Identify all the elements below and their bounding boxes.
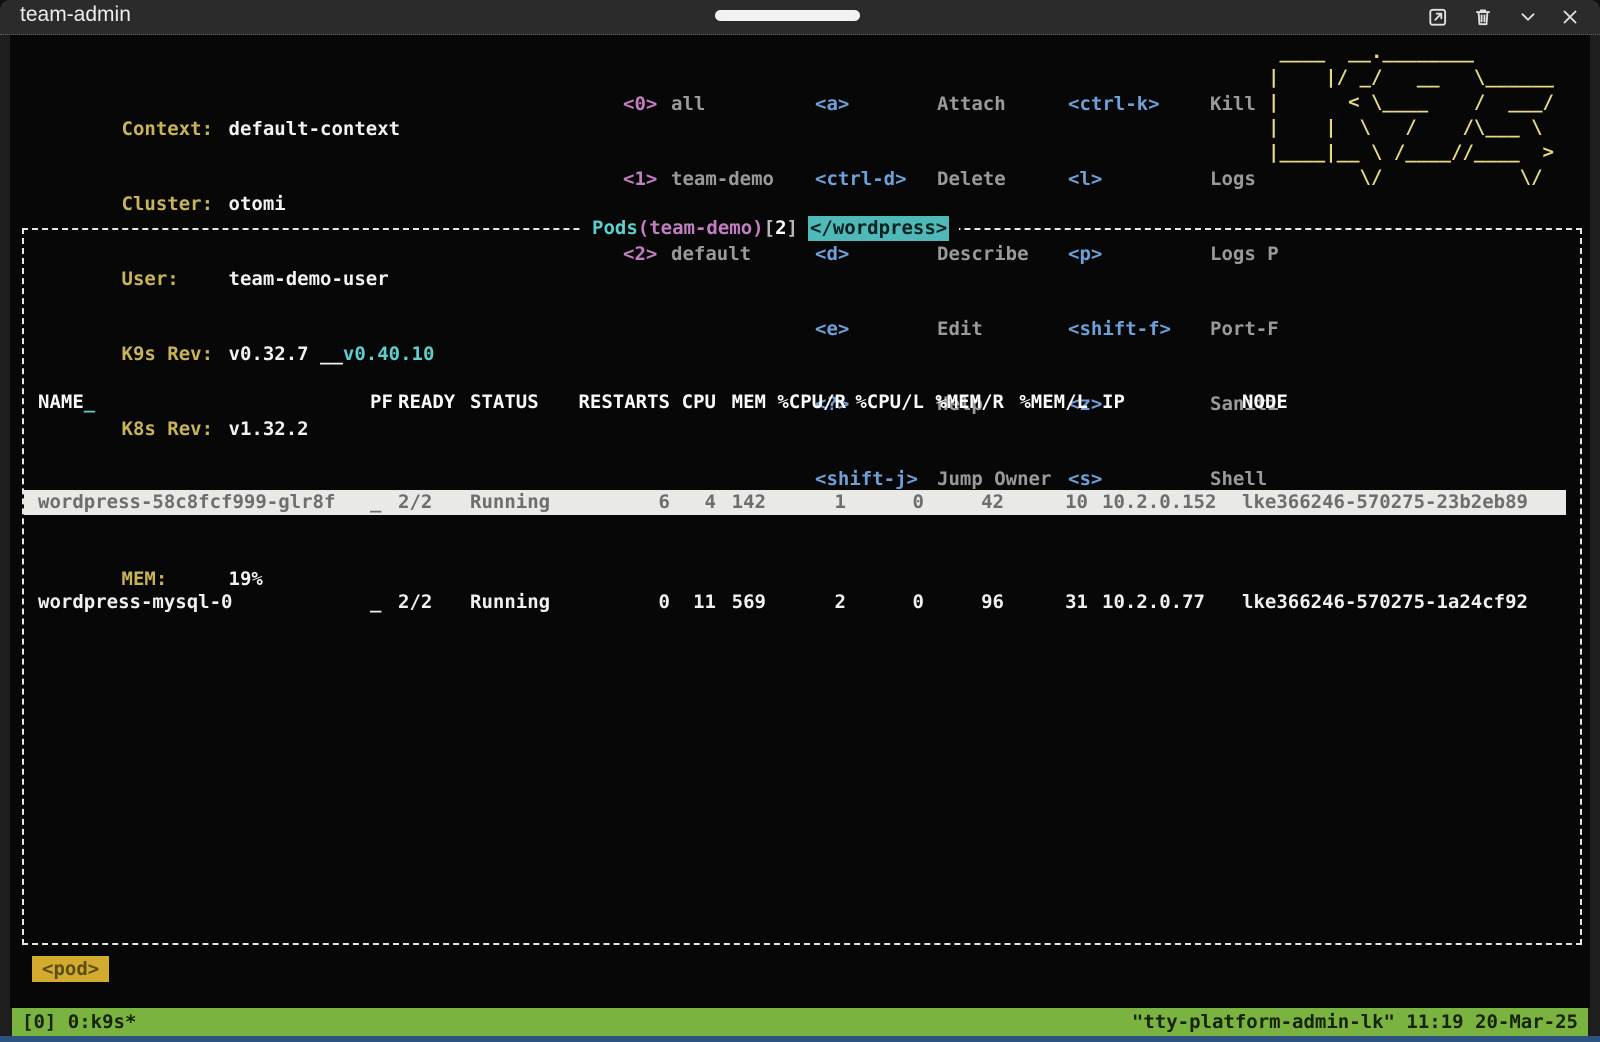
hotkey-key: <ctrl-k> (1068, 92, 1210, 117)
window-title: team-admin (20, 3, 131, 27)
hotkey-label: team-demo (671, 168, 774, 190)
table-header-row: NAME_ PF READY STATUS RESTARTS CPU MEM %… (24, 390, 1566, 415)
tmux-host-time: "tty-platform-admin-lk" 11:19 20-Mar-25 (1132, 1008, 1578, 1036)
namespace-name: (team-demo) (638, 216, 764, 241)
tmux-status-bar: [0] 0:k9s* "tty-platform-admin-lk" 11:19… (12, 1008, 1588, 1036)
pod-name: wordpress-mysql-0 (24, 590, 370, 615)
hotkey-label: Attach (937, 93, 1006, 115)
pod-crumb-badge: <pod> (32, 956, 109, 982)
hotkey-row: <ctrl-k>Kill (1068, 92, 1279, 117)
pod-status: Running (470, 490, 574, 515)
trash-icon[interactable] (1472, 6, 1494, 28)
pod-ip: 10.2.0.77 (1088, 590, 1242, 615)
table-row-selected[interactable]: wordpress-58c8fcf999-glr8f _ 2/2 Running… (24, 490, 1566, 515)
col-header-mem: MEM (716, 390, 766, 415)
hotkey-key: <a> (815, 92, 937, 117)
k9s-terminal[interactable]: Context:default-context Cluster:otomi Us… (10, 35, 1590, 1008)
col-header-status: STATUS (470, 390, 574, 415)
info-row-context: Context:default-context (30, 92, 434, 117)
hotkey-label: Delete (937, 168, 1006, 190)
terminal-window: team-admin Context:default-context Clust… (0, 0, 1600, 1042)
info-label: Cluster: (122, 192, 229, 217)
col-header-restarts: RESTARTS (574, 390, 670, 415)
pod-node: lke366246-570275-23b2eb89 (1242, 490, 1566, 515)
col-header-mem-r: %MEM/R (924, 390, 1004, 415)
col-header-ready: READY (398, 390, 470, 415)
col-header-mem-l: %MEM/L (1004, 390, 1088, 415)
filter-badge: </wordpress> (808, 216, 949, 241)
hotkey-key: <1> (623, 167, 671, 192)
window-titlebar: team-admin (0, 0, 1600, 35)
table-row[interactable]: wordpress-mysql-0 _ 2/2 Running 0 11 569… (24, 590, 1566, 615)
tmux-session-info: [0] 0:k9s* (22, 1008, 136, 1036)
col-header-name: NAME_ (24, 390, 370, 415)
col-header-ip: IP (1088, 390, 1242, 415)
pod-node: lke366246-570275-1a24cf92 (1242, 590, 1566, 615)
hotkey-row: <0>all (623, 92, 774, 117)
hotkey-row: <1>team-demo (623, 167, 774, 192)
hotkey-label: all (671, 93, 705, 115)
close-icon[interactable] (1559, 6, 1581, 28)
info-value: otomi (229, 193, 286, 215)
col-header-cpu: CPU (670, 390, 716, 415)
pod-status: Running (470, 590, 574, 615)
hotkey-key: <0> (623, 92, 671, 117)
pod-ip: 10.2.0.152 (1088, 490, 1242, 515)
hotkey-row: <a>Attach (815, 92, 1051, 117)
resource-name: Pods (592, 216, 638, 241)
k9s-ascii-logo: ____ __.________| |/ _/ __ \______| < \_… (1268, 40, 1554, 190)
hotkey-label: Kill (1210, 93, 1256, 115)
col-header-cpu-r: %CPU/R (766, 390, 846, 415)
hotkey-row: <ctrl-d>Delete (815, 167, 1051, 192)
info-label: Context: (122, 117, 229, 142)
pod-count: 2 (775, 216, 786, 241)
open-in-new-icon[interactable] (1427, 6, 1449, 28)
info-row-cluster: Cluster:otomi (30, 167, 434, 192)
window-drag-handle[interactable] (715, 10, 860, 21)
hotkey-row: <l>Logs (1068, 167, 1279, 192)
pod-name: wordpress-58c8fcf999-glr8f (24, 490, 370, 515)
pods-table: NAME_ PF READY STATUS RESTARTS CPU MEM %… (24, 330, 1580, 665)
breadcrumb: Pods(team-demo)[2] </wordpress> (582, 216, 959, 241)
col-header-pf: PF (370, 390, 398, 415)
hotkey-key: <ctrl-d> (815, 167, 937, 192)
info-value: default-context (229, 118, 401, 140)
sort-indicator: _ (84, 391, 95, 413)
hotkey-label: Logs (1210, 168, 1256, 190)
hotkey-key: <l> (1068, 167, 1210, 192)
col-header-node: NODE (1242, 390, 1566, 415)
chevron-down-icon[interactable] (1517, 6, 1539, 28)
bottom-edge-strip (0, 1036, 1600, 1042)
pods-table-box: Pods(team-demo)[2] </wordpress> NAME_ PF… (22, 228, 1582, 945)
col-header-cpu-l: %CPU/L (846, 390, 924, 415)
